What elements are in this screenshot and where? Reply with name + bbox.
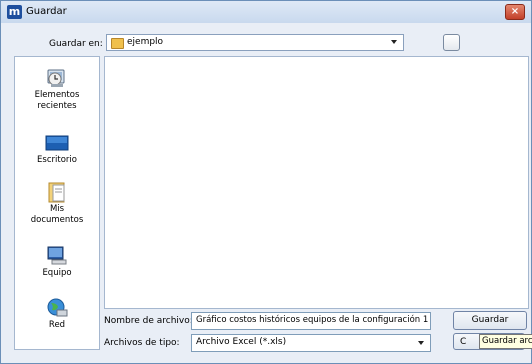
network-icon bbox=[45, 297, 69, 317]
save-in-label: Guardar en: bbox=[49, 39, 103, 49]
chevron-down-icon bbox=[418, 341, 424, 345]
my-documents-icon bbox=[45, 181, 69, 203]
place-label: Red bbox=[48, 320, 66, 330]
save-button[interactable]: Guardar bbox=[453, 311, 527, 330]
view-menu-button[interactable] bbox=[443, 34, 460, 51]
app-icon: m bbox=[7, 5, 22, 19]
place-recent-items[interactable]: Elementos recientes bbox=[15, 67, 99, 112]
place-label: Mis bbox=[49, 204, 65, 214]
places-bar: Elementos recientes Escritorio Mis docum… bbox=[14, 56, 100, 350]
place-label-line2: recientes bbox=[37, 101, 77, 111]
place-label-line2: documentos bbox=[30, 215, 84, 225]
file-list[interactable] bbox=[104, 56, 529, 309]
title-bar: m Guardar × bbox=[1, 1, 531, 23]
filename-value: Gráfico costos históricos equipos de la … bbox=[196, 315, 429, 325]
filetype-value: Archivo Excel (*.xls) bbox=[196, 337, 287, 347]
computer-icon bbox=[45, 245, 69, 265]
chevron-down-icon bbox=[391, 40, 397, 44]
close-button[interactable]: × bbox=[505, 4, 525, 20]
save-in-dropdown[interactable]: ejemplo bbox=[106, 34, 404, 51]
filename-input[interactable]: Gráfico costos históricos equipos de la … bbox=[191, 312, 431, 330]
desktop-icon bbox=[45, 132, 69, 152]
filename-label: Nombre de archivo: bbox=[104, 316, 193, 326]
filetype-label: Archivos de tipo: bbox=[104, 338, 180, 348]
place-network[interactable]: Red bbox=[15, 297, 99, 331]
place-computer[interactable]: Equipo bbox=[15, 245, 99, 279]
dialog-title: Guardar bbox=[26, 6, 67, 17]
tooltip: Guardar arc bbox=[479, 334, 532, 349]
save-dialog: m Guardar × Guardar en: ejemplo Elemento… bbox=[0, 0, 532, 364]
filetype-dropdown[interactable]: Archivo Excel (*.xls) bbox=[191, 334, 431, 352]
place-label: Elementos bbox=[34, 90, 80, 100]
place-label: Escritorio bbox=[37, 155, 77, 165]
save-in-value: ejemplo bbox=[127, 37, 164, 47]
place-label: Equipo bbox=[42, 268, 72, 278]
recent-items-icon bbox=[45, 67, 69, 87]
place-desktop[interactable]: Escritorio bbox=[15, 132, 99, 166]
folder-icon bbox=[111, 38, 124, 49]
place-my-documents[interactable]: Mis documentos bbox=[15, 181, 99, 226]
